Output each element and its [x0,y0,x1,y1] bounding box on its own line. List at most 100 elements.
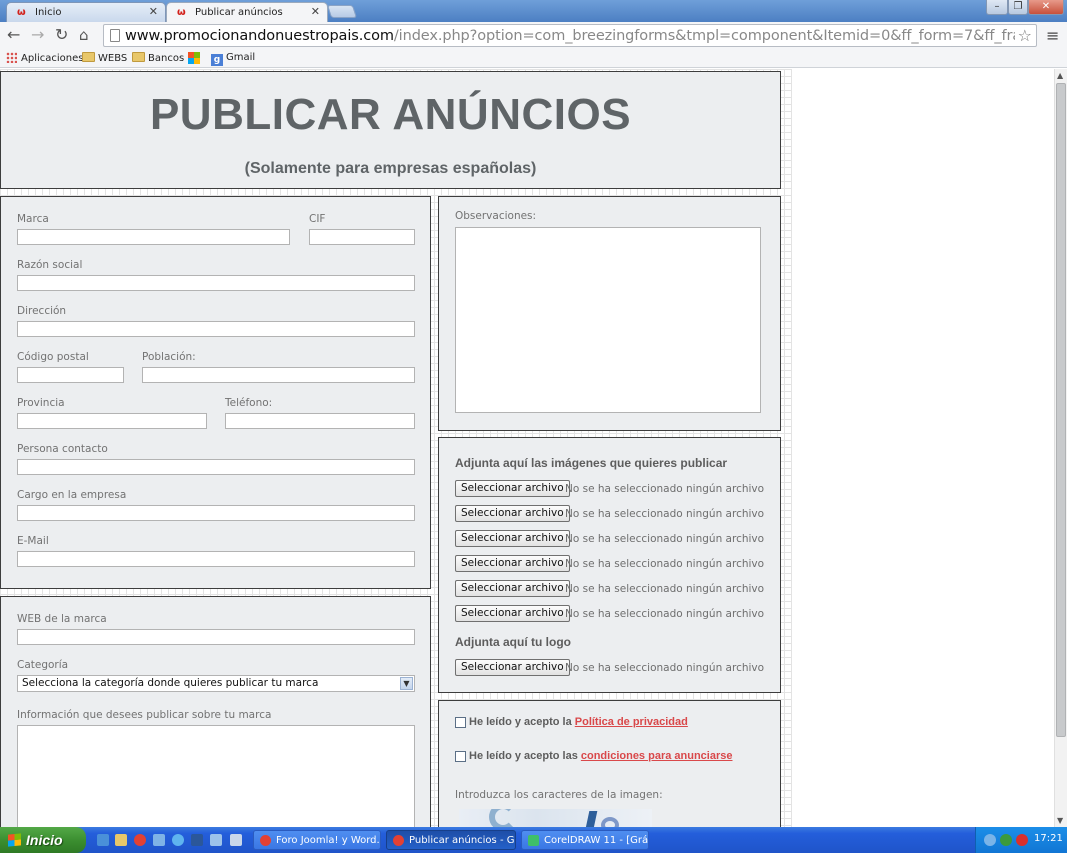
cargo-input[interactable] [17,505,415,521]
marca-input[interactable] [17,229,290,245]
vertical-scrollbar[interactable]: ▲ ▼ [1054,69,1067,827]
scroll-thumb[interactable] [1056,83,1066,737]
image-3-status: No se ha seleccionado ningún archivo [565,533,765,545]
email-input[interactable] [17,551,415,567]
provincia-input[interactable] [17,413,207,429]
cif-input[interactable] [309,229,415,245]
select-image-3-button[interactable]: Seleccionar archivo [455,530,570,547]
close-tab-icon[interactable]: ✕ [311,5,320,18]
bookmark-star-icon[interactable]: ☆ [1018,26,1032,45]
conditions-checkbox[interactable] [455,751,466,762]
page-icon [110,29,120,42]
windows-taskbar: Inicio Foro Joomla! y Word... Publicar a… [0,827,1067,853]
web-marca-input[interactable] [17,629,415,645]
cif-label: CIF [309,213,326,225]
explorer-icon[interactable] [115,834,127,846]
codigo-postal-input[interactable] [17,367,124,383]
provincia-label: Provincia [17,397,65,409]
google-icon: g [211,54,223,66]
bookmarks-bar: Aplicaciones WEBS Bancos g Gmail [0,48,1067,68]
close-tab-icon[interactable]: ✕ [149,5,158,18]
tab-label: Inicio [35,7,62,18]
scroll-up-icon[interactable]: ▲ [1057,71,1063,80]
categoria-label: Categoría [17,659,69,671]
poblacion-input[interactable] [142,367,415,383]
url-path: /index.php?option=com_breezingforms&tmpl… [393,28,1015,44]
restore-button[interactable]: ❐ [1008,0,1028,15]
taskbar-item-coreldraw[interactable]: CorelDRAW 11 - [Grá... [521,830,649,850]
observaciones-textarea[interactable] [455,227,761,413]
folder-icon [132,52,145,62]
privacy-checkbox[interactable] [455,717,466,728]
informacion-label: Información que desees publicar sobre tu… [17,709,272,721]
bookmark-gmail[interactable]: g Gmail [211,52,255,66]
update-icon[interactable] [1000,834,1012,846]
captcha-image [459,809,652,827]
address-bar[interactable]: www.promocionandonuestropais.com/index.p… [103,24,1037,47]
informacion-textarea[interactable] [17,725,415,827]
antivirus-icon[interactable] [1016,834,1028,846]
conditions-statement: He leído y acepto las condiciones para a… [469,750,733,762]
ie-icon[interactable] [97,834,109,846]
bookmark-aplicaciones[interactable]: Aplicaciones [6,52,83,64]
reload-icon[interactable]: ↻ [55,26,68,44]
bookmark-webs[interactable]: WEBS [82,52,127,64]
taskbar-item-foro[interactable]: Foro Joomla! y Word... [253,830,381,850]
windows-flag-icon [8,833,21,847]
razon-social-input[interactable] [17,275,415,291]
select-image-5-button[interactable]: Seleccionar archivo [455,580,570,597]
categoria-select[interactable]: Selecciona la categoría donde quieres pu… [17,675,415,692]
marca-label: Marca [17,213,49,225]
chrome-menu-icon[interactable]: ≡ [1046,26,1059,45]
window-close-button[interactable]: ✕ [1028,0,1064,15]
site-favicon-icon: ω [17,7,26,18]
tab-inicio[interactable]: ω Inicio ✕ [6,2,166,22]
bookmark-bancos[interactable]: Bancos [132,52,184,64]
poblacion-label: Población: [142,351,196,363]
start-label: Inicio [26,832,63,848]
email-label: E-Mail [17,535,49,547]
minimize-button[interactable]: – [986,0,1008,15]
internet-explorer-icon[interactable] [172,834,184,846]
page-viewport: PUBLICAR ANÚNCIOS (Solamente para empres… [0,69,1054,827]
document-icon[interactable] [210,834,222,846]
tab-strip: ω Inicio ✕ ω Publicar anúncios ✕ – ❐ ✕ [0,0,1067,22]
network-icon[interactable] [984,834,996,846]
start-button[interactable]: Inicio [0,827,86,853]
privacy-policy-link[interactable]: Política de privacidad [575,716,688,728]
scroll-down-icon[interactable]: ▼ [1057,816,1063,825]
coreldraw-icon [528,835,539,846]
image-2-status: No se ha seleccionado ningún archivo [565,508,765,520]
taskbar-item-publicar[interactable]: Publicar anúncios - G... [386,830,516,850]
select-image-2-button[interactable]: Seleccionar archivo [455,505,570,522]
terms-panel: He leído y acepto la Política de privaci… [438,700,781,827]
select-image-4-button[interactable]: Seleccionar archivo [455,555,570,572]
page-title: PUBLICAR ANÚNCIOS [149,90,632,139]
media-icon[interactable] [153,834,165,846]
uploads-panel: Adjunta aquí las imágenes que quieres pu… [438,437,781,693]
select-image-6-button[interactable]: Seleccionar archivo [455,605,570,622]
notepad-icon[interactable] [230,834,242,846]
tab-publicar-anuncios[interactable]: ω Publicar anúncios ✕ [166,2,328,22]
cargo-label: Cargo en la empresa [17,489,127,501]
telefono-input[interactable] [225,413,415,429]
word-icon[interactable] [191,834,203,846]
conditions-link[interactable]: condiciones para anunciarse [581,750,733,762]
home-icon[interactable]: ⌂ [79,26,89,44]
chrome-icon[interactable] [134,834,146,846]
select-image-1-button[interactable]: Seleccionar archivo [455,480,570,497]
select-logo-button[interactable]: Seleccionar archivo [455,659,570,676]
logo-heading: Adjunta aquí tu logo [455,635,571,649]
forward-arrow-icon[interactable]: → [31,26,44,44]
brand-panel: WEB de la marca Categoría Selecciona la … [0,596,431,827]
new-tab-button[interactable] [326,5,358,18]
persona-contacto-input[interactable] [17,459,415,475]
company-data-panel: Marca CIF Razón social Dirección Código … [0,196,431,589]
privacy-statement: He leído y acepto la Política de privaci… [469,716,688,728]
back-arrow-icon[interactable]: ← [7,26,20,44]
direccion-label: Dirección [17,305,67,317]
bookmark-windows[interactable] [188,52,200,65]
observaciones-label: Observaciones: [455,210,537,222]
direccion-input[interactable] [17,321,415,337]
telefono-label: Teléfono: [225,397,273,409]
